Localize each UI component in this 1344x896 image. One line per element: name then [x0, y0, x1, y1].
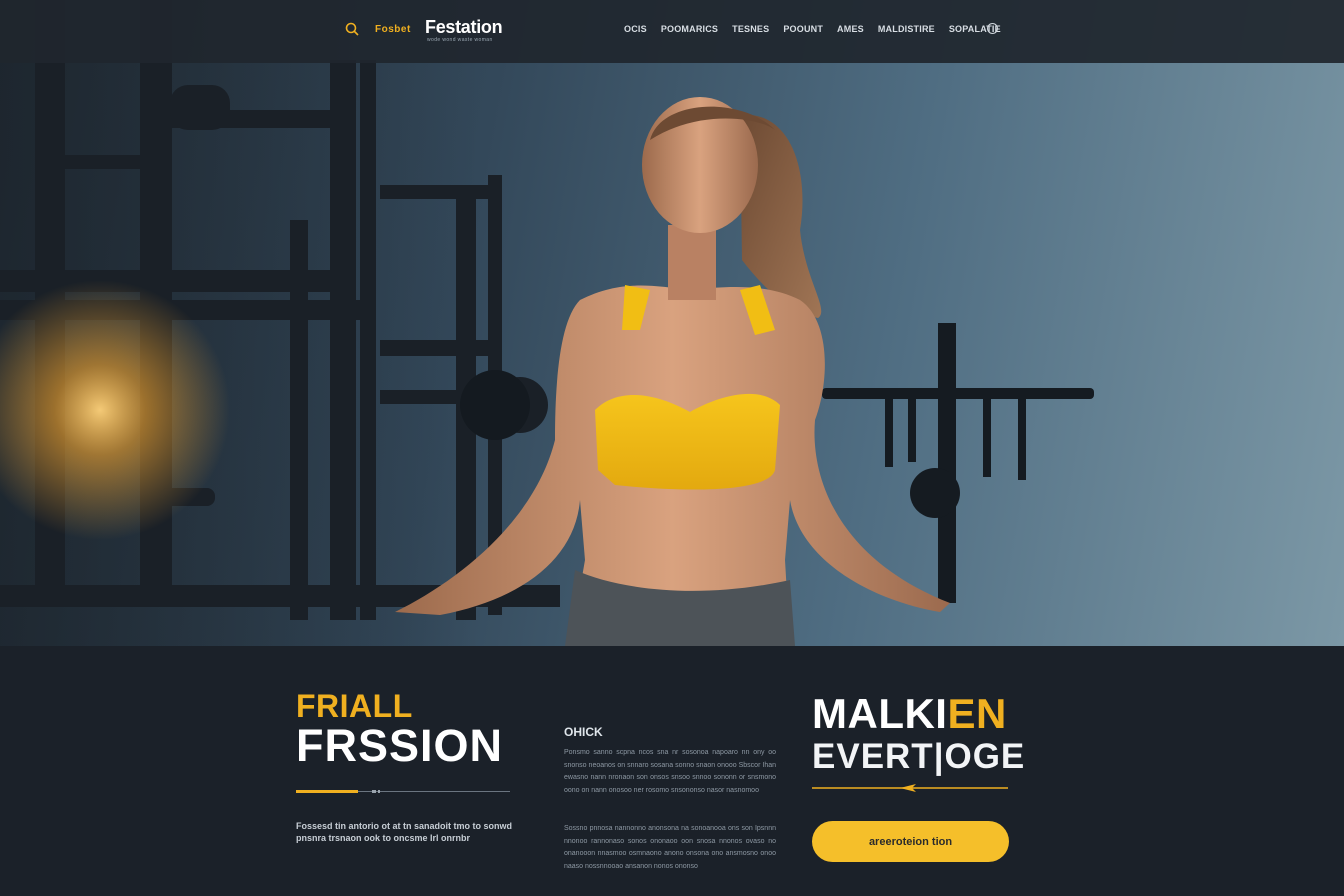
middle-paragraph: Ponsmo sanno scpna ncos sna nr sosonoa n… [564, 749, 776, 794]
right-title-main: MALKI [812, 690, 948, 737]
hero-image [0, 0, 1344, 646]
brand-tagline: wode wond waste woman [427, 37, 493, 43]
middle-heading: OHICK [564, 725, 603, 739]
middle-paragraph: Sossno pnnosa nannonno anonsona na sonoa… [564, 825, 776, 870]
brand-logo[interactable]: Festation [425, 17, 503, 38]
nav-link[interactable]: Ocis [624, 24, 647, 34]
title-small: FRIALL [296, 688, 413, 724]
right-title-accent: EN [947, 690, 1007, 737]
nav-link[interactable]: Tesnes [732, 24, 769, 34]
search-icon[interactable] [345, 22, 359, 36]
nav-link[interactable]: Ames [837, 24, 864, 34]
nav-links: Ocis Poomarics Tesnes Poount Ames Maldis… [624, 24, 1001, 34]
right-subtitle: EVERT|OGE [812, 737, 1026, 776]
left-title-block: FRIALL FRSSION [296, 688, 503, 770]
top-navigation: Fosbet Festation wode wond waste woman O… [0, 0, 1344, 63]
cta-button[interactable]: areeroteion tion [812, 821, 1009, 862]
nav-link[interactable]: Poount [783, 24, 823, 34]
circle-icon[interactable] [987, 23, 998, 34]
hero-illustration [0, 0, 1094, 646]
nav-link[interactable]: Poomarics [661, 24, 718, 34]
right-title: MALKIEN [812, 692, 1007, 736]
brand-small[interactable]: Fosbet [375, 24, 411, 35]
left-description: Fossesd tin antorio ot at tn sanadoit tm… [296, 821, 512, 843]
nav-link[interactable]: Maldistire [878, 24, 935, 34]
title-divider [296, 790, 510, 793]
title-big: FRSSION [296, 720, 504, 771]
arrow-left-icon [812, 784, 1008, 792]
